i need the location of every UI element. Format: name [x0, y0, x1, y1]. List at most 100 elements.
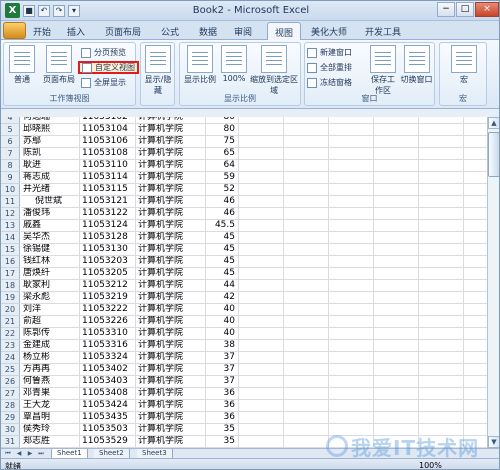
id-cell[interactable]: 11053102: [80, 117, 136, 124]
empty-cell[interactable]: [329, 388, 374, 400]
full-screen-button[interactable]: 全屏显示: [81, 76, 126, 89]
empty-cell[interactable]: [239, 316, 284, 328]
empty-cell[interactable]: [284, 436, 329, 448]
score-cell[interactable]: 40: [206, 316, 239, 328]
college-cell[interactable]: 计算机学院: [136, 376, 206, 388]
empty-cell[interactable]: [464, 328, 487, 340]
empty-cell[interactable]: [464, 208, 487, 220]
empty-cell[interactable]: [374, 172, 419, 184]
empty-cell[interactable]: [374, 280, 419, 292]
empty-cell[interactable]: [374, 148, 419, 160]
empty-cell[interactable]: [239, 304, 284, 316]
empty-cell[interactable]: [329, 172, 374, 184]
empty-cell[interactable]: [419, 268, 464, 280]
college-cell[interactable]: 计算机学院: [136, 292, 206, 304]
score-cell[interactable]: 35: [206, 424, 239, 436]
zoom-selection-button[interactable]: 缩放到选定区域: [250, 45, 298, 96]
empty-cell[interactable]: [239, 136, 284, 148]
empty-cell[interactable]: [329, 232, 374, 244]
row-header[interactable]: 29: [1, 412, 20, 424]
zoom-button[interactable]: 显示比例: [182, 45, 218, 85]
name-cell[interactable]: 耿进: [21, 160, 80, 172]
name-cell[interactable]: 郑志胜: [21, 436, 80, 448]
college-cell[interactable]: 计算机学院: [136, 208, 206, 220]
empty-cell[interactable]: [284, 328, 329, 340]
empty-cell[interactable]: [284, 424, 329, 436]
empty-cell[interactable]: [239, 400, 284, 412]
empty-cell[interactable]: [374, 400, 419, 412]
empty-cell[interactable]: [374, 364, 419, 376]
score-cell[interactable]: 52: [206, 184, 239, 196]
empty-cell[interactable]: [329, 328, 374, 340]
show-hide-button[interactable]: 显示/隐藏: [142, 45, 174, 96]
score-cell[interactable]: 59: [206, 172, 239, 184]
id-cell[interactable]: 11053503: [80, 424, 136, 436]
empty-cell[interactable]: [284, 220, 329, 232]
empty-cell[interactable]: [329, 292, 374, 304]
empty-cell[interactable]: [329, 117, 374, 124]
name-cell[interactable]: 邱晓熙: [21, 124, 80, 136]
empty-cell[interactable]: [374, 352, 419, 364]
empty-cell[interactable]: [464, 196, 487, 208]
row-header[interactable]: 30: [1, 424, 20, 436]
office-menu-button[interactable]: [3, 22, 26, 39]
college-cell[interactable]: 计算机学院: [136, 172, 206, 184]
college-cell[interactable]: 计算机学院: [136, 148, 206, 160]
name-cell[interactable]: 钱红林: [21, 256, 80, 268]
empty-cell[interactable]: [374, 292, 419, 304]
college-cell[interactable]: 计算机学院: [136, 184, 206, 196]
empty-cell[interactable]: [284, 196, 329, 208]
empty-cell[interactable]: [329, 124, 374, 136]
empty-cell[interactable]: [464, 340, 487, 352]
empty-cell[interactable]: [329, 220, 374, 232]
name-cell[interactable]: 陈凯: [21, 148, 80, 160]
empty-cell[interactable]: [374, 388, 419, 400]
college-cell[interactable]: 计算机学院: [136, 304, 206, 316]
empty-cell[interactable]: [239, 172, 284, 184]
empty-cell[interactable]: [284, 400, 329, 412]
row-header[interactable]: 23: [1, 340, 20, 352]
empty-cell[interactable]: [239, 244, 284, 256]
empty-cell[interactable]: [464, 268, 487, 280]
empty-cell[interactable]: [464, 280, 487, 292]
name-cell[interactable]: 吴华杰: [21, 232, 80, 244]
empty-cell[interactable]: [464, 292, 487, 304]
empty-cell[interactable]: [419, 256, 464, 268]
college-cell[interactable]: 计算机学院: [136, 136, 206, 148]
empty-cell[interactable]: [329, 136, 374, 148]
close-button[interactable]: ×: [475, 2, 499, 17]
empty-cell[interactable]: [284, 117, 329, 124]
name-cell[interactable]: 俞超: [21, 316, 80, 328]
id-cell[interactable]: 11053324: [80, 352, 136, 364]
id-cell[interactable]: 11053114: [80, 172, 136, 184]
custom-views-button[interactable]: 自定义视图: [78, 61, 139, 74]
empty-cell[interactable]: [329, 148, 374, 160]
name-cell[interactable]: 侯秀玲: [21, 424, 80, 436]
empty-cell[interactable]: [329, 376, 374, 388]
college-cell[interactable]: 计算机学院: [136, 124, 206, 136]
empty-cell[interactable]: [419, 220, 464, 232]
tab-view[interactable]: 视图: [267, 22, 302, 41]
empty-cell[interactable]: [374, 268, 419, 280]
new-window-button[interactable]: 新建窗口: [307, 46, 352, 59]
tab-data[interactable]: 数据: [199, 25, 217, 38]
empty-cell[interactable]: [329, 160, 374, 172]
id-cell[interactable]: 11053130: [80, 244, 136, 256]
id-cell[interactable]: 11053203: [80, 256, 136, 268]
id-cell[interactable]: 11053115: [80, 184, 136, 196]
empty-cell[interactable]: [419, 304, 464, 316]
empty-cell[interactable]: [284, 316, 329, 328]
college-cell[interactable]: 计算机学院: [136, 364, 206, 376]
row-header[interactable]: 13: [1, 220, 20, 232]
empty-cell[interactable]: [419, 316, 464, 328]
row-header[interactable]: 24: [1, 352, 20, 364]
macro-button[interactable]: 宏: [450, 45, 478, 85]
college-cell[interactable]: 计算机学院: [136, 400, 206, 412]
empty-cell[interactable]: [284, 244, 329, 256]
row-header[interactable]: 27: [1, 388, 20, 400]
empty-cell[interactable]: [464, 172, 487, 184]
empty-cell[interactable]: [464, 148, 487, 160]
row-header[interactable]: 28: [1, 400, 20, 412]
score-cell[interactable]: 64: [206, 160, 239, 172]
empty-cell[interactable]: [284, 340, 329, 352]
